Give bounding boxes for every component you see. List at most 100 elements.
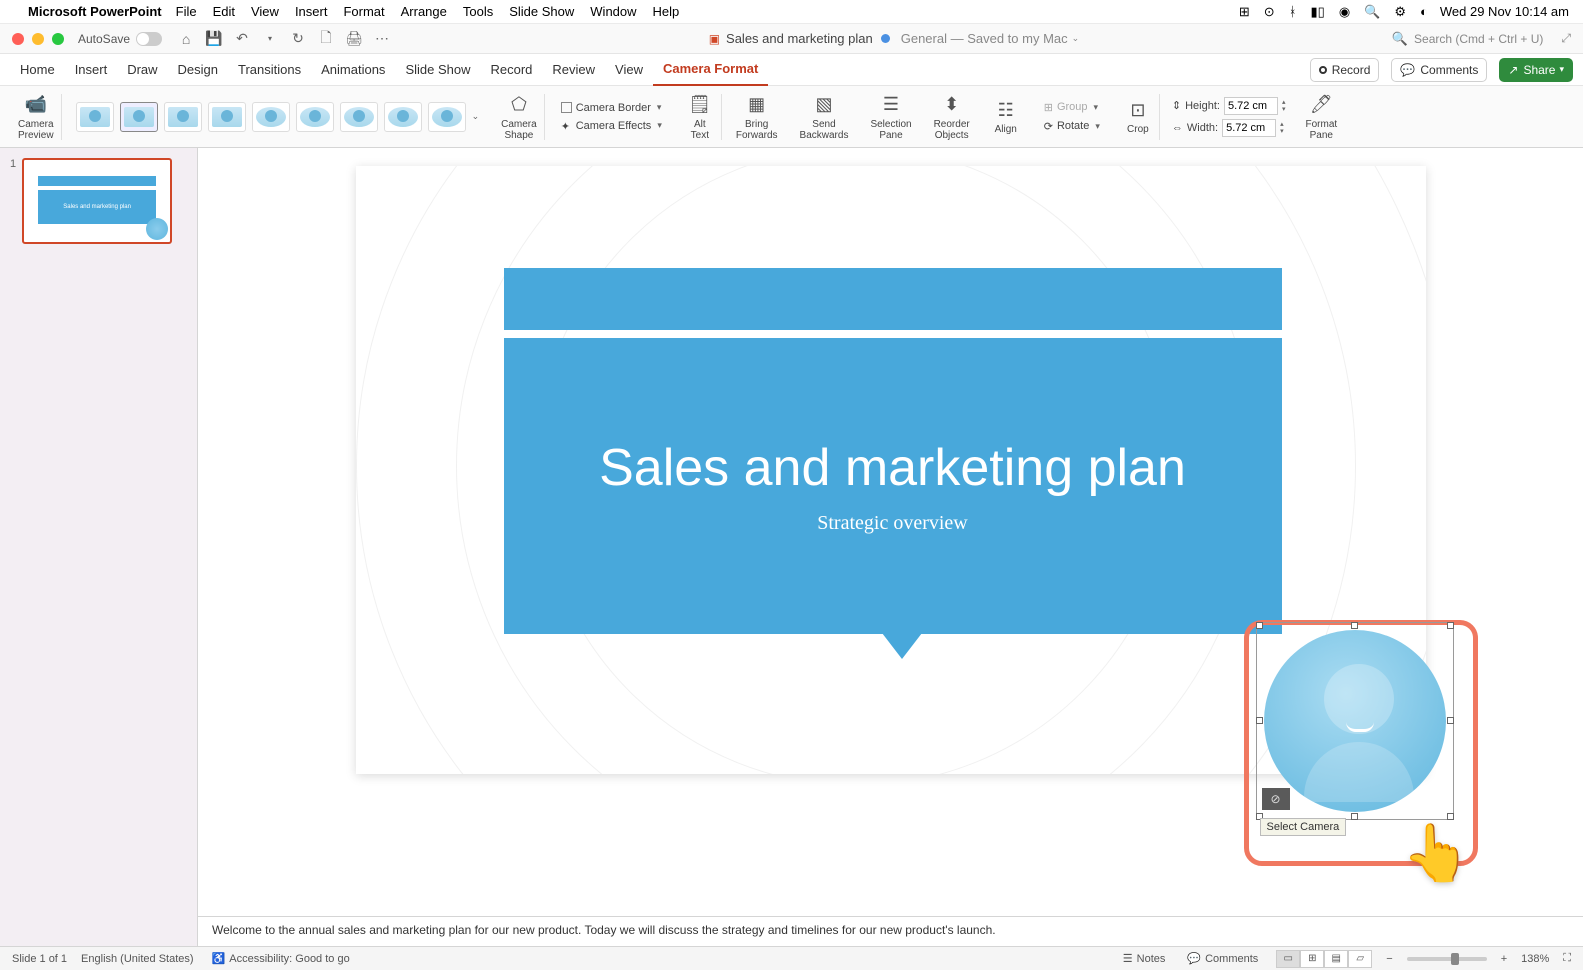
- menu-view[interactable]: View: [251, 4, 279, 19]
- shape-thumb-1[interactable]: [76, 102, 114, 132]
- qat-more-icon[interactable]: ⋯: [373, 30, 391, 48]
- height-stepper[interactable]: ▴▾: [1282, 99, 1286, 113]
- menu-edit[interactable]: Edit: [213, 4, 235, 19]
- spotlight-icon[interactable]: 🔍: [1364, 4, 1380, 20]
- shape-thumb-8[interactable]: [384, 102, 422, 132]
- undo-icon[interactable]: ↶: [233, 30, 251, 48]
- redo-icon[interactable]: ↻: [289, 30, 307, 48]
- resize-handle-t[interactable]: [1351, 622, 1358, 629]
- shape-thumb-4[interactable]: [208, 102, 246, 132]
- tab-design[interactable]: Design: [168, 54, 228, 86]
- autosave-toggle[interactable]: AutoSave: [78, 32, 162, 46]
- width-input[interactable]: [1222, 119, 1276, 137]
- shape-thumb-6[interactable]: [296, 102, 334, 132]
- slide-title-box[interactable]: Sales and marketing plan Strategic overv…: [504, 338, 1282, 634]
- doc-status-caret[interactable]: ⌄: [1072, 33, 1080, 44]
- tab-slideshow[interactable]: Slide Show: [395, 54, 480, 86]
- close-button[interactable]: [12, 33, 24, 45]
- menu-insert[interactable]: Insert: [295, 4, 328, 19]
- resize-handle-l[interactable]: [1256, 717, 1263, 724]
- siri-icon[interactable]: ◐: [1420, 4, 1428, 19]
- zoom-slider[interactable]: [1407, 957, 1487, 961]
- accessibility-status[interactable]: ♿Accessibility: Good to go: [208, 950, 354, 967]
- qat-icon-2[interactable]: 🖨: [345, 30, 363, 48]
- zoom-thumb[interactable]: [1451, 953, 1459, 965]
- resize-handle-tl[interactable]: [1256, 622, 1263, 629]
- alt-text-button[interactable]: 🗒 Alt Text: [678, 88, 722, 146]
- tab-draw[interactable]: Draw: [117, 54, 167, 86]
- menu-help[interactable]: Help: [653, 4, 680, 19]
- menubar-datetime[interactable]: Wed 29 Nov 10:14 am: [1440, 4, 1569, 19]
- group-button[interactable]: ⊞Group▾: [1040, 99, 1104, 116]
- play-icon[interactable]: ⊙: [1264, 4, 1275, 20]
- undo-dropdown-icon[interactable]: ▾: [261, 30, 279, 48]
- menu-window[interactable]: Window: [590, 4, 636, 19]
- doc-status[interactable]: General — Saved to my Mac: [901, 31, 1068, 46]
- record-button[interactable]: Record: [1310, 58, 1380, 82]
- menu-tools[interactable]: Tools: [463, 4, 493, 19]
- battery-icon[interactable]: ▮▯: [1311, 4, 1325, 20]
- comments-button[interactable]: 💬Comments: [1391, 58, 1487, 82]
- sorter-view-button[interactable]: ⊞: [1300, 950, 1324, 968]
- toggle-icon[interactable]: [136, 32, 162, 46]
- tab-insert[interactable]: Insert: [65, 54, 118, 86]
- camera-shape-button[interactable]: ⬠ Camera Shape: [493, 88, 545, 146]
- selection-pane-button[interactable]: ☰ Selection Pane: [862, 88, 919, 146]
- app-name[interactable]: Microsoft PowerPoint: [28, 4, 162, 19]
- shape-thumb-2[interactable]: [120, 102, 158, 132]
- resize-handle-tr[interactable]: [1447, 622, 1454, 629]
- width-stepper[interactable]: ▴▾: [1280, 121, 1284, 135]
- slide-thumbnail-1[interactable]: Sales and marketing plan: [22, 158, 172, 244]
- shape-thumb-7[interactable]: [340, 102, 378, 132]
- menu-format[interactable]: Format: [343, 4, 384, 19]
- zoom-in-button[interactable]: +: [1501, 953, 1507, 965]
- tab-camera-format[interactable]: Camera Format: [653, 54, 768, 86]
- send-backwards-button[interactable]: ▧ Send Backwards: [792, 88, 857, 146]
- zoom-percent[interactable]: 138%: [1521, 953, 1549, 965]
- camera-preview-button[interactable]: 📹 Camera Preview: [10, 88, 62, 146]
- menu-arrange[interactable]: Arrange: [401, 4, 447, 19]
- tab-home[interactable]: Home: [10, 54, 65, 86]
- shape-thumb-3[interactable]: [164, 102, 202, 132]
- height-input[interactable]: [1224, 97, 1278, 115]
- comments-status-button[interactable]: 💬Comments: [1183, 950, 1262, 967]
- maximize-button[interactable]: [52, 33, 64, 45]
- reorder-objects-button[interactable]: ⬍ Reorder Objects: [926, 88, 978, 146]
- tab-transitions[interactable]: Transitions: [228, 54, 311, 86]
- shape-thumb-5[interactable]: [252, 102, 290, 132]
- tab-animations[interactable]: Animations: [311, 54, 395, 86]
- notes-button[interactable]: ☰Notes: [1119, 950, 1170, 967]
- slide-canvas[interactable]: Sales and marketing plan Strategic overv…: [356, 166, 1426, 774]
- bluetooth-icon[interactable]: ᚼ: [1289, 4, 1297, 19]
- resize-handle-br[interactable]: [1447, 813, 1454, 820]
- zoom-out-button[interactable]: −: [1386, 953, 1392, 965]
- expand-ribbon-icon[interactable]: ⤢: [1561, 31, 1571, 46]
- normal-view-button[interactable]: ▭: [1276, 950, 1300, 968]
- rotate-button[interactable]: ⟳Rotate▾: [1040, 118, 1104, 135]
- wifi-icon[interactable]: ◉: [1339, 4, 1350, 20]
- shape-thumb-9[interactable]: [428, 102, 466, 132]
- slide-thumbnail-panel[interactable]: 1 Sales and marketing plan: [0, 148, 198, 946]
- bring-forwards-button[interactable]: ▦ Bring Forwards: [728, 88, 786, 146]
- fit-to-window-button[interactable]: ⛶: [1563, 952, 1571, 965]
- doc-title[interactable]: Sales and marketing plan: [726, 31, 873, 46]
- control-center-icon[interactable]: ⚙: [1394, 4, 1406, 20]
- format-pane-button[interactable]: 🖊 Format Pane: [1297, 88, 1345, 146]
- slideshow-view-button[interactable]: ▱: [1348, 950, 1372, 968]
- tab-review[interactable]: Review: [542, 54, 605, 86]
- save-icon[interactable]: 💾: [205, 30, 223, 48]
- notes-pane[interactable]: Welcome to the annual sales and marketin…: [198, 916, 1583, 946]
- camera-border-button[interactable]: Camera Border▾: [557, 100, 666, 116]
- resize-handle-b[interactable]: [1351, 813, 1358, 820]
- menu-file[interactable]: File: [176, 4, 197, 19]
- camera-off-icon[interactable]: ⊘: [1262, 788, 1290, 810]
- tab-record[interactable]: Record: [480, 54, 542, 86]
- camera-object[interactable]: ⊘ Select Camera: [1260, 626, 1450, 816]
- reading-view-button[interactable]: ▤: [1324, 950, 1348, 968]
- tab-view[interactable]: View: [605, 54, 653, 86]
- menu-slideshow[interactable]: Slide Show: [509, 4, 574, 19]
- language-indicator[interactable]: English (United States): [81, 953, 194, 965]
- crop-button[interactable]: ⊡ Crop: [1116, 88, 1160, 146]
- slide-counter[interactable]: Slide 1 of 1: [12, 953, 67, 965]
- search-input[interactable]: 🔍 Search (Cmd + Ctrl + U): [1392, 31, 1544, 47]
